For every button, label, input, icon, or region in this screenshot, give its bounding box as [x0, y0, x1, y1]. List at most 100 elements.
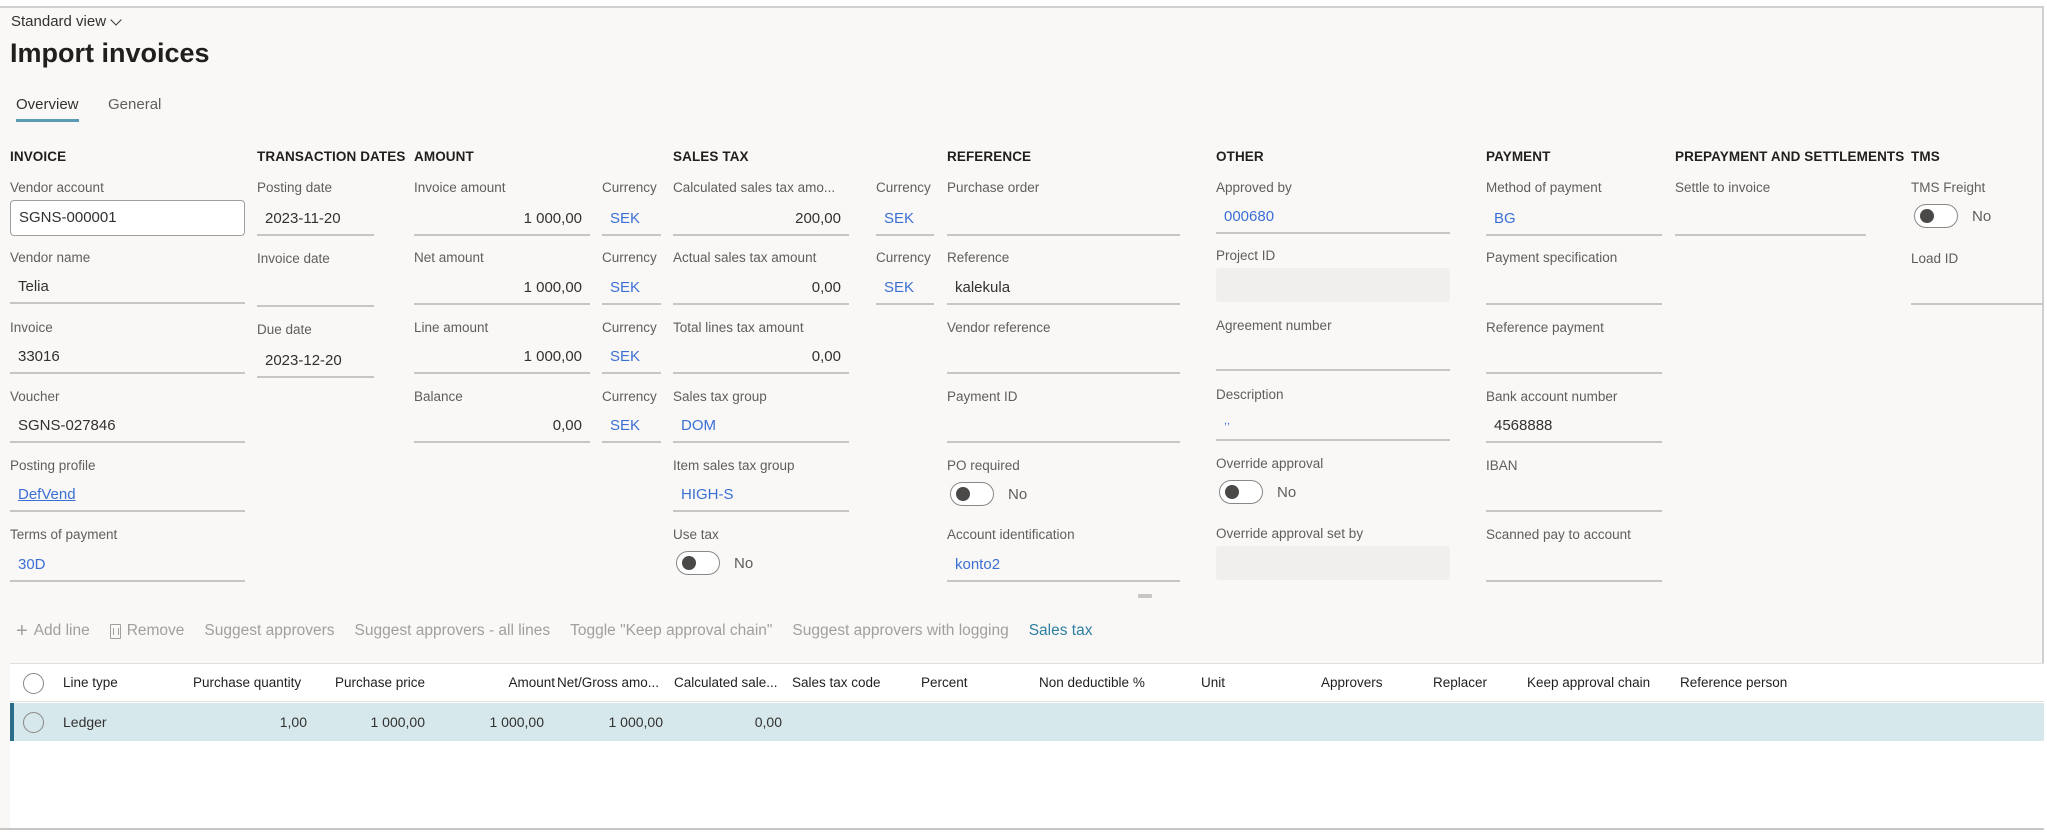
use-tax-value: No [734, 554, 754, 572]
posting-date-field[interactable]: 2023-11-20 [257, 202, 374, 236]
calculated-sales-tax-currency-label: Currency [876, 180, 931, 195]
lines-toolbar: + Add line Remove Suggest approvers Sugg… [16, 621, 1093, 641]
vendor-reference-field[interactable] [947, 340, 1180, 374]
line-amount-field[interactable]: 1 000,00 [414, 340, 590, 374]
column-header-non-deductible[interactable]: Non deductible % [1039, 675, 1145, 690]
purchase-order-field[interactable] [947, 202, 1180, 236]
tab-overview[interactable]: Overview [16, 96, 79, 122]
po-required-switch[interactable] [950, 482, 994, 506]
column-header-sales-tax-code[interactable]: Sales tax code [792, 675, 881, 690]
agreement-number-field[interactable] [1216, 337, 1450, 371]
reference-payment-field[interactable] [1486, 340, 1662, 374]
section-reference-heading: REFERENCE [947, 149, 1032, 164]
invoice-date-field[interactable] [257, 273, 374, 307]
select-all-radio[interactable] [23, 673, 44, 694]
iban-field[interactable] [1486, 478, 1662, 512]
cell-net-gross-amount[interactable]: 1 000,00 [554, 714, 664, 730]
terms-of-payment-field[interactable]: 30D [10, 548, 245, 582]
column-header-calculated-sales-tax[interactable]: Calculated sale... [674, 675, 778, 690]
line-amount-currency-field[interactable]: SEK [602, 340, 661, 374]
view-selector[interactable]: Standard view [11, 13, 122, 30]
actual-sales-tax-field[interactable]: 0,00 [673, 271, 849, 305]
add-line-label: Add line [33, 622, 90, 639]
column-header-unit[interactable]: Unit [1201, 675, 1225, 690]
agreement-number-label: Agreement number [1216, 318, 1332, 333]
table-row[interactable]: Ledger 1,00 1 000,00 1 000,00 1 000,00 0… [10, 703, 2044, 741]
invoice-field[interactable]: 33016 [10, 340, 245, 374]
calculated-sales-tax-field[interactable]: 200,00 [673, 202, 849, 236]
method-of-payment-field[interactable]: BG [1486, 202, 1662, 236]
cell-calculated-sales-tax[interactable]: 0,00 [674, 714, 782, 730]
add-line-button[interactable]: + Add line [16, 621, 90, 641]
payment-specification-field[interactable] [1486, 271, 1662, 305]
balance-currency-field[interactable]: SEK [602, 409, 661, 443]
due-date-field[interactable]: 2023-12-20 [257, 344, 374, 378]
posting-profile-field[interactable]: DefVend [10, 478, 245, 512]
account-identification-field[interactable]: konto2 [947, 548, 1180, 582]
invoice-amount-field[interactable]: 1 000,00 [414, 202, 590, 236]
override-approval-toggle[interactable]: No [1219, 480, 1296, 504]
actual-sales-tax-currency-field[interactable]: SEK [876, 271, 934, 305]
column-header-net-gross-amount[interactable]: Net/Gross amo... [557, 675, 659, 690]
vendor-name-field[interactable]: Telia [10, 270, 245, 304]
use-tax-switch[interactable] [676, 551, 720, 575]
cell-amount[interactable]: 1 000,00 [434, 714, 545, 730]
cell-purchase-quantity[interactable]: 1,00 [204, 714, 307, 730]
balance-field[interactable]: 0,00 [414, 409, 590, 443]
cell-purchase-price[interactable]: 1 000,00 [314, 714, 426, 730]
approved-by-label: Approved by [1216, 180, 1292, 195]
toggle-keep-approval-chain-button[interactable]: Toggle "Keep approval chain" [570, 622, 772, 640]
suggest-approvers-with-logging-button[interactable]: Suggest approvers with logging [792, 622, 1008, 640]
approved-by-field[interactable]: 000680 [1216, 200, 1450, 234]
voucher-field[interactable]: SGNS-027846 [10, 409, 245, 443]
suggest-approvers-all-lines-button[interactable]: Suggest approvers - all lines [355, 622, 551, 640]
resize-grip-icon[interactable] [1138, 594, 1152, 598]
row-select-radio[interactable] [23, 712, 44, 733]
remove-button[interactable]: Remove [109, 622, 184, 640]
account-identification-label: Account identification [947, 527, 1075, 542]
vendor-account-field[interactable]: SGNS-000001 [10, 200, 245, 236]
tab-general[interactable]: General [108, 96, 161, 119]
invoice-amount-currency-field[interactable]: SEK [602, 202, 661, 236]
column-header-replacer[interactable]: Replacer [1433, 675, 1487, 690]
override-approval-switch[interactable] [1219, 480, 1263, 504]
grid-header: Line type Purchase quantity Purchase pri… [10, 664, 2044, 702]
scanned-pay-to-account-field[interactable] [1486, 548, 1662, 582]
settle-to-invoice-field[interactable] [1675, 202, 1866, 236]
override-approval-set-by-field [1216, 546, 1450, 580]
suggest-approvers-button[interactable]: Suggest approvers [204, 622, 334, 640]
sales-tax-group-field[interactable]: DOM [673, 409, 849, 443]
column-header-keep-approval-chain[interactable]: Keep approval chain [1527, 675, 1650, 690]
load-id-field[interactable] [1911, 271, 2043, 305]
item-sales-tax-group-field[interactable]: HIGH-S [673, 478, 849, 512]
tms-freight-switch[interactable] [1914, 204, 1958, 228]
calculated-sales-tax-currency-field[interactable]: SEK [876, 202, 934, 236]
cell-line-type[interactable]: Ledger [63, 714, 107, 730]
column-header-reference-person[interactable]: Reference person [1680, 675, 1787, 690]
column-header-purchase-price[interactable]: Purchase price [335, 675, 425, 690]
lines-grid: Line type Purchase quantity Purchase pri… [10, 663, 2044, 828]
column-header-amount[interactable]: Amount [470, 675, 555, 690]
description-field[interactable]: ,, [1216, 407, 1450, 441]
item-sales-tax-group-label: Item sales tax group [673, 458, 795, 473]
reference-field[interactable]: kalekula [947, 271, 1180, 305]
column-header-purchase-quantity[interactable]: Purchase quantity [193, 675, 301, 690]
bank-account-number-field[interactable]: 4568888 [1486, 409, 1662, 443]
total-lines-tax-field[interactable]: 0,00 [673, 340, 849, 374]
tms-freight-toggle[interactable]: No [1914, 204, 1991, 228]
net-amount-field[interactable]: 1 000,00 [414, 271, 590, 305]
column-header-approvers[interactable]: Approvers [1321, 675, 1383, 690]
payment-id-field[interactable] [947, 409, 1180, 443]
reference-payment-label: Reference payment [1486, 320, 1604, 335]
vendor-reference-label: Vendor reference [947, 320, 1051, 335]
section-other-heading: OTHER [1216, 149, 1264, 164]
po-required-toggle[interactable]: No [950, 482, 1027, 506]
column-header-line-type[interactable]: Line type [63, 675, 118, 690]
column-header-percent[interactable]: Percent [921, 675, 968, 690]
use-tax-toggle[interactable]: No [676, 551, 753, 575]
net-amount-currency-field[interactable]: SEK [602, 271, 661, 305]
project-id-label: Project ID [1216, 248, 1276, 263]
section-sales-tax-heading: SALES TAX [673, 149, 749, 164]
sales-tax-button[interactable]: Sales tax [1029, 622, 1093, 640]
total-lines-tax-label: Total lines tax amount [673, 320, 804, 335]
